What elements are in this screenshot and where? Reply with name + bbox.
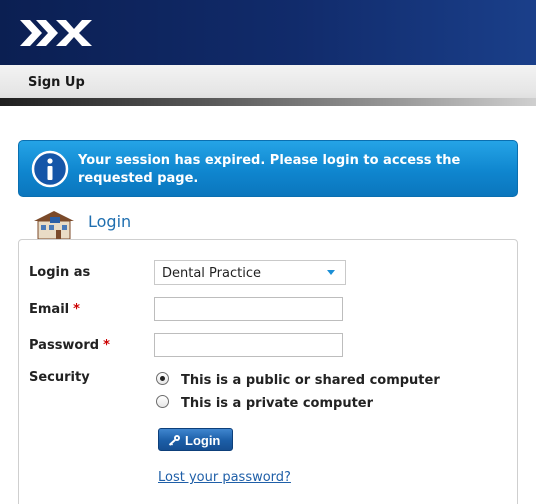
chevron-down-icon (327, 270, 335, 275)
password-field[interactable] (154, 333, 343, 357)
login-as-select[interactable]: Dental Practice (154, 260, 346, 285)
radio-public-label: This is a public or shared computer (181, 373, 440, 388)
login-as-value: Dental Practice (162, 266, 261, 281)
password-label: Password * (29, 338, 110, 353)
login-as-label: Login as (29, 265, 91, 280)
brand-logo-icon[interactable] (20, 20, 92, 46)
login-button[interactable]: Login (158, 428, 233, 451)
session-expired-alert: Your session has expired. Please login t… (18, 140, 518, 197)
email-label: Email * (29, 302, 80, 317)
required-mark: * (73, 302, 80, 317)
sign-up-link[interactable]: Sign Up (28, 75, 85, 90)
login-heading: Login (88, 212, 132, 231)
lost-password-link[interactable]: Lost your password? (158, 470, 291, 485)
key-icon (168, 435, 180, 446)
info-icon (31, 150, 69, 188)
header-bar (0, 0, 536, 65)
alert-message: Your session has expired. Please login t… (78, 153, 461, 186)
login-button-label: Login (185, 433, 221, 448)
building-icon (30, 211, 78, 242)
required-mark: * (103, 338, 110, 353)
radio-private-label: This is a private computer (181, 396, 374, 411)
email-field[interactable] (154, 297, 343, 321)
security-label: Security (29, 370, 90, 385)
nav-divider (0, 98, 536, 106)
radio-public-computer[interactable] (156, 372, 169, 385)
radio-private-computer[interactable] (156, 395, 169, 408)
